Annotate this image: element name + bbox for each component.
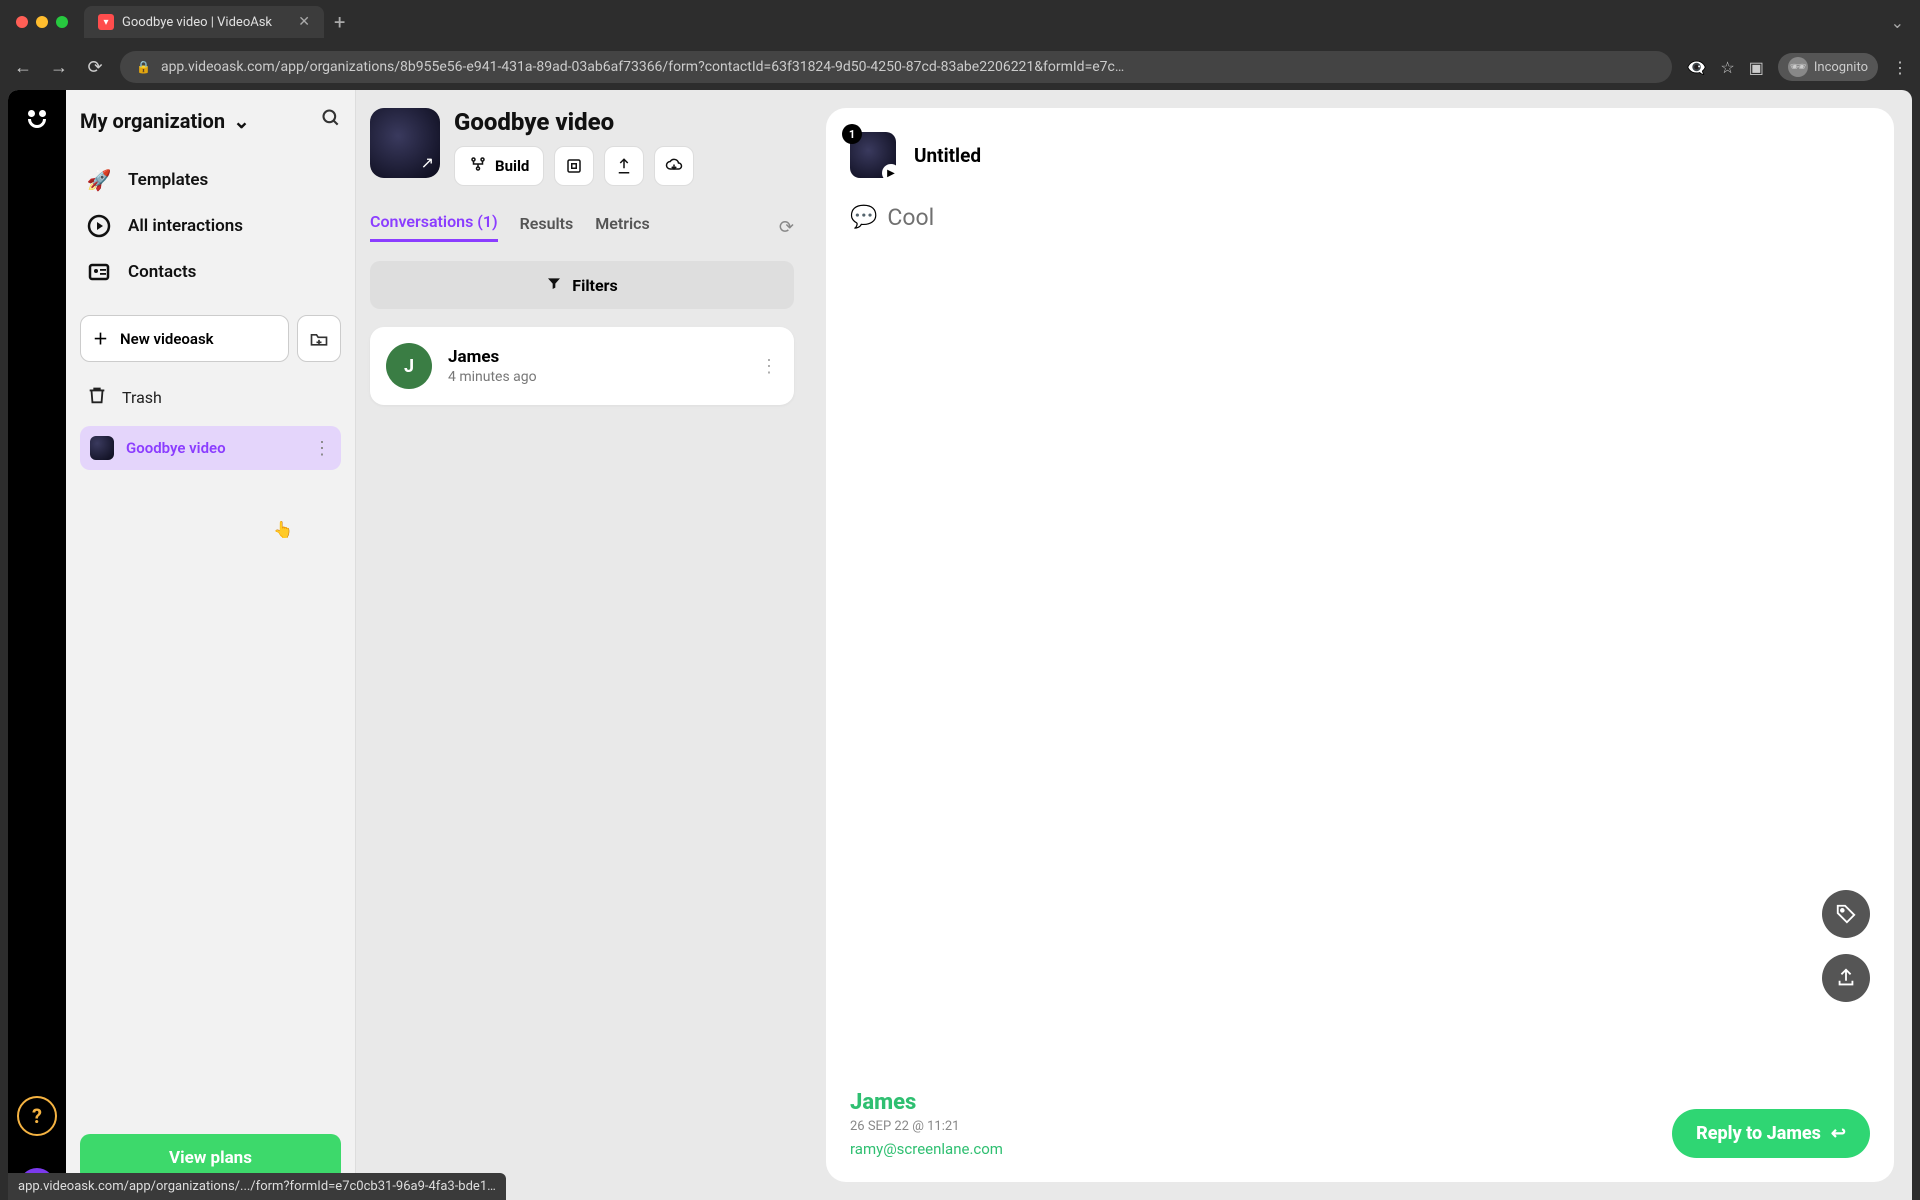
step-thumbnail[interactable]: 1 ▶	[850, 132, 896, 178]
incognito-badge[interactable]: 🕶 Incognito	[1778, 53, 1878, 81]
window-maximize-icon[interactable]	[56, 16, 68, 28]
panel-icon[interactable]: ▣	[1749, 58, 1764, 77]
sidebar: My organization ⌄ 🚀 Templates All intera…	[66, 90, 356, 1200]
forward-button[interactable]: →	[48, 57, 70, 78]
step-number-badge: 1	[842, 124, 862, 144]
contacts-icon	[86, 259, 112, 285]
reload-button[interactable]: ⟳	[84, 57, 106, 78]
tab-favicon-icon: ▾	[98, 14, 114, 30]
expand-arrow-icon: ↗	[421, 153, 434, 172]
browser-tab[interactable]: ▾ Goodbye video | VideoAsk ✕	[84, 6, 324, 38]
rocket-icon: 🚀	[86, 167, 112, 193]
app-rail: ? 1	[8, 90, 66, 1200]
status-bar: app.videoask.com/app/organizations/.../f…	[8, 1173, 506, 1200]
embed-button[interactable]	[554, 146, 594, 186]
build-label: Build	[495, 157, 529, 175]
project-thumbnail	[90, 436, 114, 460]
videoask-thumbnail[interactable]: ↗	[370, 108, 440, 178]
browser-menu-icon[interactable]: ⋮	[1892, 58, 1908, 77]
reply-arrow-icon: ↩	[1831, 1123, 1846, 1144]
tab-title: Goodbye video | VideoAsk	[122, 15, 272, 30]
refresh-button[interactable]: ⟳	[779, 217, 794, 238]
tab-results[interactable]: Results	[520, 214, 574, 241]
bookmark-star-icon[interactable]: ☆	[1720, 58, 1734, 77]
chevron-down-icon: ⌄	[233, 109, 250, 133]
tab-close-icon[interactable]: ✕	[298, 14, 310, 30]
url-text: app.videoask.com/app/organizations/8b955…	[161, 59, 1124, 75]
download-button[interactable]	[654, 146, 694, 186]
eye-off-icon[interactable]: 👁‍🗨	[1686, 58, 1706, 77]
project-item-goodbye-video[interactable]: Goodbye video ⋮	[80, 426, 341, 470]
conversation-item[interactable]: J James 4 minutes ago ⋮	[370, 327, 794, 405]
message-row: 💬 Cool	[850, 204, 1870, 231]
organization-selector[interactable]: My organization ⌄	[80, 109, 250, 133]
contact-name[interactable]: James	[850, 1090, 1003, 1115]
conversations-panel: ↗ Goodbye video Build	[356, 90, 808, 1200]
organization-label: My organization	[80, 109, 225, 133]
new-videoask-button[interactable]: ＋ New videoask	[80, 315, 289, 362]
sidebar-item-interactions[interactable]: All interactions	[80, 203, 341, 249]
project-menu-icon[interactable]: ⋮	[313, 438, 331, 459]
trash-label: Trash	[122, 388, 162, 407]
avatar: J	[386, 343, 432, 389]
play-circle-icon	[86, 213, 112, 239]
new-videoask-label: New videoask	[120, 330, 214, 348]
reply-label: Reply to James	[1696, 1123, 1821, 1144]
back-button[interactable]: ←	[12, 57, 34, 78]
filters-button[interactable]: Filters	[370, 261, 794, 309]
new-tab-button[interactable]: +	[334, 10, 345, 34]
tab-metrics[interactable]: Metrics	[595, 214, 649, 241]
videoask-title: Goodbye video	[454, 108, 794, 136]
app-logo-icon[interactable]	[22, 104, 52, 134]
tabs-overflow-icon[interactable]: ⌄	[1891, 13, 1904, 32]
window-minimize-icon[interactable]	[36, 16, 48, 28]
sidebar-item-templates[interactable]: 🚀 Templates	[80, 157, 341, 203]
interactions-label: All interactions	[128, 216, 243, 236]
sidebar-item-contacts[interactable]: Contacts	[80, 249, 341, 295]
build-button[interactable]: Build	[454, 146, 544, 186]
contacts-label: Contacts	[128, 262, 196, 282]
tab-conversations[interactable]: Conversations (1)	[370, 212, 498, 242]
conversation-menu-icon[interactable]: ⋮	[760, 356, 778, 377]
contact-date: 26 SEP 22 @ 11:21	[850, 1119, 1003, 1134]
templates-label: Templates	[128, 170, 208, 190]
contact-email[interactable]: ramy@screenlane.com	[850, 1140, 1003, 1158]
incognito-icon: 🕶	[1788, 57, 1808, 77]
address-bar[interactable]: 🔒 app.videoask.com/app/organizations/8b9…	[120, 51, 1672, 83]
detail-panel: 1 ▶ Untitled 💬 Cool James	[808, 90, 1912, 1200]
lock-icon: 🔒	[136, 60, 151, 74]
export-button[interactable]	[1822, 954, 1870, 1002]
message-text: Cool	[887, 204, 934, 231]
search-button[interactable]	[321, 108, 341, 133]
window-close-icon[interactable]	[16, 16, 28, 28]
filter-icon	[546, 275, 562, 295]
step-title: Untitled	[914, 144, 981, 167]
sidebar-item-trash[interactable]: Trash	[80, 374, 341, 420]
filters-label: Filters	[572, 276, 617, 295]
incognito-label: Incognito	[1814, 60, 1868, 75]
new-folder-button[interactable]	[297, 315, 341, 362]
window-titlebar: ▾ Goodbye video | VideoAsk ✕ + ⌄	[0, 0, 1920, 44]
project-name-label: Goodbye video	[126, 439, 226, 457]
reply-button[interactable]: Reply to James ↩	[1672, 1109, 1870, 1158]
share-button[interactable]	[604, 146, 644, 186]
conversation-time: 4 minutes ago	[448, 369, 537, 385]
plus-icon: ＋	[93, 328, 108, 349]
help-button[interactable]: ?	[17, 1096, 57, 1136]
speech-bubble-icon: 💬	[850, 205, 877, 230]
tag-button[interactable]	[1822, 890, 1870, 938]
conversation-name: James	[448, 347, 537, 367]
play-icon: ▶	[882, 164, 900, 182]
browser-toolbar: ← → ⟳ 🔒 app.videoask.com/app/organizatio…	[0, 44, 1920, 90]
trash-icon	[86, 384, 108, 410]
build-icon	[469, 155, 487, 177]
